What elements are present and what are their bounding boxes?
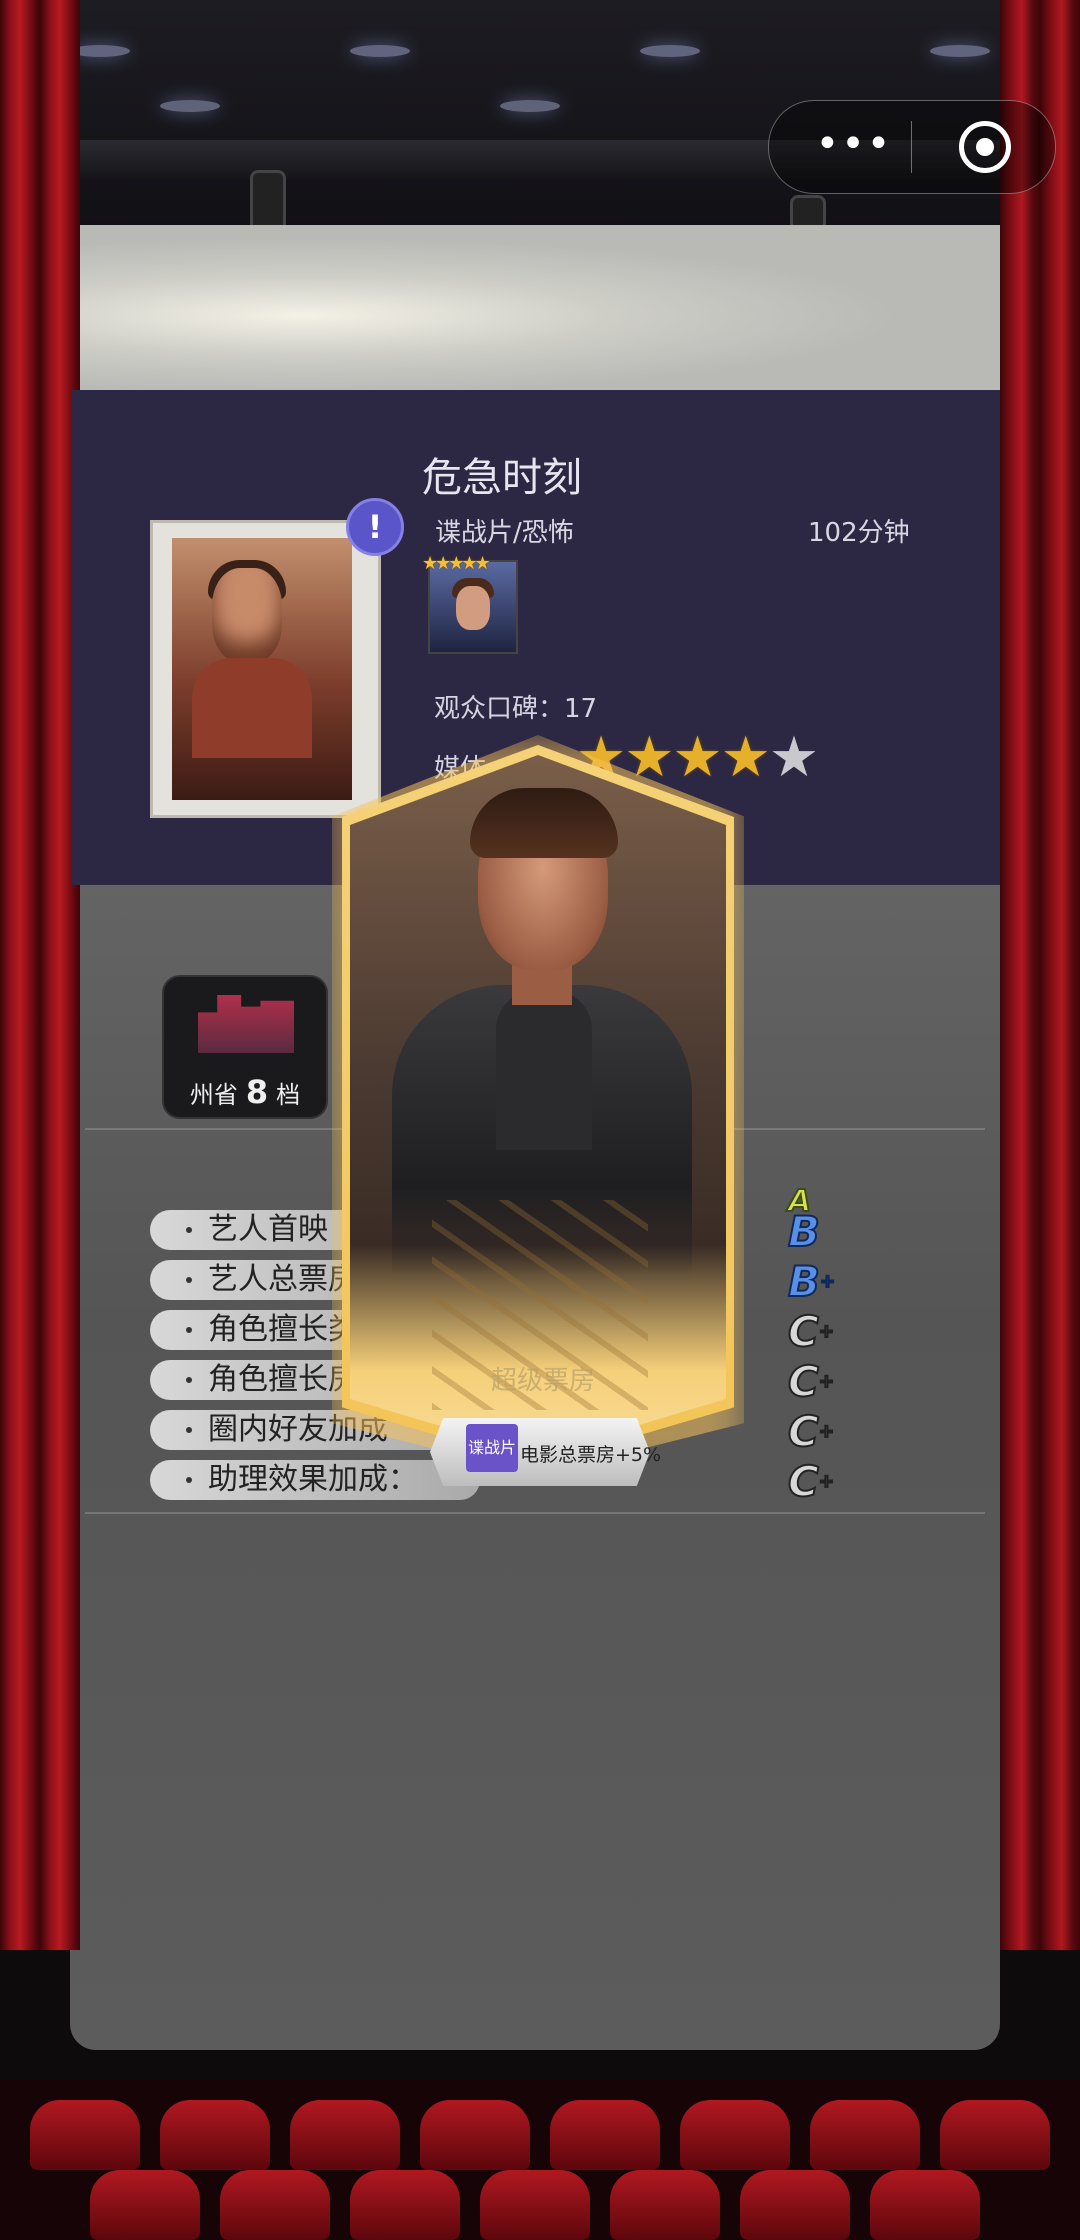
card-effect: 电影总票房+5% <box>520 1444 662 1466</box>
genre-tag: 谍战片 <box>466 1424 518 1472</box>
ceiling-light <box>160 100 220 112</box>
movie-duration: 102分钟 <box>808 518 910 548</box>
star-empty-icon: ★ <box>768 725 820 790</box>
card-watermark: 超级票房 <box>490 1366 595 1396</box>
grade-badge: B <box>787 1207 821 1256</box>
curtain-right <box>1000 0 1080 1950</box>
bonus-label: 助理效果加成： <box>208 1462 418 1497</box>
audience-score: 观众口碑：17 <box>434 694 598 724</box>
audience-seats <box>0 2080 1080 2240</box>
city-buildings-icon <box>198 995 294 1053</box>
grade-badge: B+ <box>787 1257 836 1306</box>
star-filled-icon: ★ <box>672 725 723 790</box>
movie-title: 危急时刻 <box>422 455 582 501</box>
ceiling-light <box>640 45 700 57</box>
grade-badge: C+ <box>787 1407 835 1456</box>
actor-hair <box>470 788 618 858</box>
alert-icon[interactable]: ! <box>346 498 404 556</box>
actor-shirt <box>496 990 592 1150</box>
actor-star-rating: ★★★★★ <box>422 553 491 574</box>
bonus-label: 艺人首映 <box>208 1212 328 1247</box>
city-level-badge[interactable]: 州省 8 档 <box>162 975 328 1119</box>
screen-lit-top <box>70 225 1000 390</box>
ceiling-light <box>930 45 990 57</box>
movie-genre: 谍战片/恐怖 <box>435 518 574 548</box>
star-filled-icon: ★ <box>720 725 771 790</box>
miniprogram-capsule: ••• <box>768 100 1056 194</box>
ceiling-light <box>500 100 560 112</box>
actor-mini-avatar[interactable] <box>428 560 518 654</box>
ceiling-light <box>350 45 410 57</box>
target-circle-icon[interactable] <box>959 121 1011 173</box>
bonus-row: 助理效果加成： <box>150 1460 480 1500</box>
more-dots-icon[interactable]: ••• <box>809 124 899 167</box>
grade-badge: C+ <box>787 1307 835 1356</box>
curtain-left <box>0 0 80 1950</box>
section-divider <box>85 1512 985 1514</box>
city-level-text: 州省 8 档 <box>189 1073 301 1111</box>
grade-badge: C+ <box>787 1357 835 1406</box>
grade-badge: C+ <box>787 1457 835 1506</box>
capsule-divider <box>911 121 912 173</box>
movie-poster <box>172 538 352 800</box>
